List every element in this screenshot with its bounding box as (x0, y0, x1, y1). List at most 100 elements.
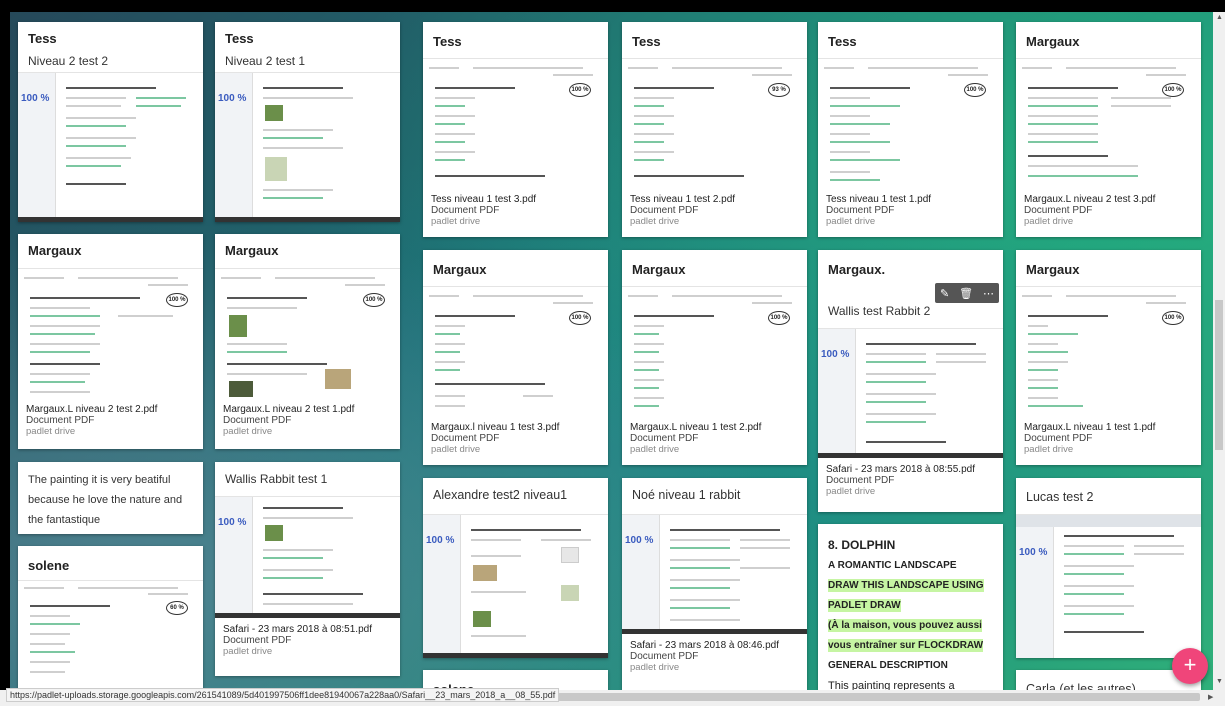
post-author: Margaux (632, 262, 686, 277)
attachment-preview[interactable]: 100 % (622, 286, 807, 416)
screenshot-main (253, 497, 400, 618)
attachment-source: padlet drive (1024, 444, 1074, 455)
highlight-line: (À la maison, vous pouvez aussi (818, 616, 1003, 636)
highlight-line: vous entraîner sur FLOCKDRAW (818, 636, 1003, 656)
attachment-meta: Tess niveau 1 test 3.pdf Document PDF pa… (423, 188, 608, 233)
post-title: Alexandre test2 niveau1 (433, 488, 568, 502)
attachment-meta: Margaux.L niveau 2 test 2.pdf Document P… (18, 398, 203, 443)
attachment-preview[interactable]: 100 % (423, 286, 608, 416)
attachment-preview[interactable]: 100 % (423, 514, 608, 658)
attachment-file-name: Tess niveau 1 test 1.pdf (826, 194, 932, 205)
screenshot-bottom-bar (818, 453, 1003, 458)
question-image (473, 611, 491, 627)
attachment-source: padlet drive (630, 216, 680, 227)
screenshot-main (461, 515, 608, 658)
section-heading: GENERAL DESCRIPTION (828, 660, 948, 671)
question-image (265, 525, 283, 541)
attachment-preview[interactable]: 93 % (622, 58, 807, 188)
attachment-file-name: Margaux.L niveau 2 test 3.pdf (1024, 194, 1156, 205)
post-card[interactable]: Margaux 100 % Margaux.L niveau (1016, 250, 1201, 465)
post-title: Niveau 2 test 2 (28, 54, 109, 68)
screenshot-bottom-bar (18, 217, 203, 222)
attachment-preview[interactable]: 100 % (215, 72, 400, 222)
post-card[interactable]: Tess 100 % Tess niveau 1 test 1.pdf Docu… (818, 22, 1003, 237)
attachment-preview[interactable]: 100 % (818, 58, 1003, 188)
score-circle: 100 % (569, 83, 591, 97)
post-author: Margaux (1026, 34, 1080, 49)
question-image (561, 547, 579, 563)
attachment-source: padlet drive (826, 216, 876, 227)
pdf-page: 100 % (215, 269, 400, 398)
post-card[interactable]: Tess Niveau 2 test 2 100 % (18, 22, 203, 222)
post-card[interactable]: Margaux 100 % Margaux.L niveau (622, 250, 807, 465)
score-circle: 100 % (166, 293, 188, 307)
scroll-right-icon[interactable]: ▶ (1208, 693, 1213, 701)
post-card[interactable]: Alexandre test2 niveau1 100 % (423, 478, 608, 658)
post-card[interactable]: Margaux 100 % Margaux.l niveau 1 test 3.… (423, 250, 608, 465)
scroll-up-icon[interactable]: ▲ (1216, 14, 1223, 21)
pdf-page: 100 % (818, 59, 1003, 188)
attachment-meta: Tess niveau 1 test 2.pdf Document PDF pa… (622, 188, 807, 233)
attachment-source: padlet drive (1024, 216, 1074, 227)
post-title: Lucas test 2 (1026, 490, 1094, 504)
post-card[interactable]: Lucas test 2 100 % (1016, 478, 1201, 658)
post-card[interactable]: solene (423, 670, 608, 690)
attachment-preview[interactable]: 100 % (423, 58, 608, 188)
vertical-scrollbar-thumb[interactable] (1215, 300, 1223, 450)
post-card[interactable]: Margaux 100 % Margaux. (18, 234, 203, 449)
attachment-preview[interactable]: 100 % (18, 268, 203, 398)
attachment-file-type: Document PDF (26, 415, 95, 426)
trash-icon[interactable]: 🗑 (959, 287, 973, 300)
score-label: 100 % (218, 517, 247, 528)
score-circle: 100 % (569, 311, 591, 325)
add-post-button[interactable]: + (1172, 648, 1208, 684)
pdf-page: 100 % (18, 269, 203, 398)
post-card[interactable]: Tess 100 % Tess niveau 1 test 3.pdf Docu… (423, 22, 608, 237)
attachment-preview[interactable]: 100 % (818, 328, 1003, 458)
post-body: The painting it is very beatiful because… (28, 474, 183, 526)
post-card[interactable]: Wallis Rabbit test 1 100 % Safari - 23 m… (215, 462, 400, 676)
post-title: Wallis Rabbit test 1 (225, 472, 328, 486)
screenshot-main (56, 73, 203, 222)
post-card[interactable]: Tess Niveau 2 test 1 100 % (215, 22, 400, 222)
pdf-page: 100 % (423, 287, 608, 416)
attachment-source: padlet drive (431, 216, 481, 227)
post-card[interactable]: solene 60 % (18, 546, 203, 690)
attachment-preview[interactable]: 60 % (18, 580, 203, 690)
attachment-preview[interactable]: 100 % (1016, 514, 1201, 658)
attachment-file-type: Document PDF (630, 205, 699, 216)
pencil-icon[interactable]: ✎ (940, 287, 949, 300)
scroll-down-icon[interactable]: ▼ (1216, 678, 1223, 685)
attachment-meta: Margaux.L niveau 1 test 2.pdf Document P… (622, 416, 807, 461)
post-card[interactable]: 8. DOLPHIN A ROMANTIC LANDSCAPE DRAW THI… (818, 524, 1003, 690)
post-title: Noé niveau 1 rabbit (632, 488, 741, 502)
attachment-preview[interactable]: 100 % (1016, 58, 1201, 188)
score-label: 100 % (218, 93, 247, 104)
attachment-file-type: Document PDF (223, 415, 292, 426)
attachment-preview[interactable]: 100 % (215, 496, 400, 618)
attachment-source: padlet drive (630, 662, 680, 673)
pdf-page: 60 % (18, 581, 203, 690)
padlet-wall: Tess Niveau 2 test 2 100 % Margaux 100 %… (10, 12, 1213, 690)
post-card[interactable]: The painting it is very beatiful because… (18, 462, 203, 534)
score-label: 100 % (625, 535, 654, 546)
question-image (561, 585, 579, 601)
attachment-file-type: Document PDF (431, 433, 500, 444)
attachment-file-type: Document PDF (630, 651, 699, 662)
post-card[interactable]: Tess 93 % Tess niveau 1 test 2.pdf Docum… (622, 22, 807, 237)
attachment-preview[interactable]: 100 % (215, 268, 400, 398)
attachment-preview[interactable]: 100 % (18, 72, 203, 222)
post-body: This painting represents a (828, 680, 955, 690)
attachment-file-name: Margaux.L niveau 2 test 1.pdf (223, 404, 355, 415)
attachment-preview[interactable]: 100 % (622, 514, 807, 634)
post-author: Tess (28, 31, 57, 46)
more-icon[interactable]: ⋯ (983, 287, 994, 300)
post-card[interactable]: Margaux 100 % Margaux.L niveau 2 test 1.… (215, 234, 400, 449)
attachment-preview[interactable]: 100 % (1016, 286, 1201, 416)
window-top-bar (0, 0, 1225, 12)
post-card[interactable]: Noé niveau 1 rabbit 100 % Safari - 23 ma… (622, 478, 807, 690)
post-author: Tess (632, 34, 661, 49)
post-card[interactable]: Margaux 100 % Margaux. (1016, 22, 1201, 237)
screenshot-sidebar: 100 % (215, 73, 253, 222)
post-title: Niveau 2 test 1 (225, 54, 306, 68)
